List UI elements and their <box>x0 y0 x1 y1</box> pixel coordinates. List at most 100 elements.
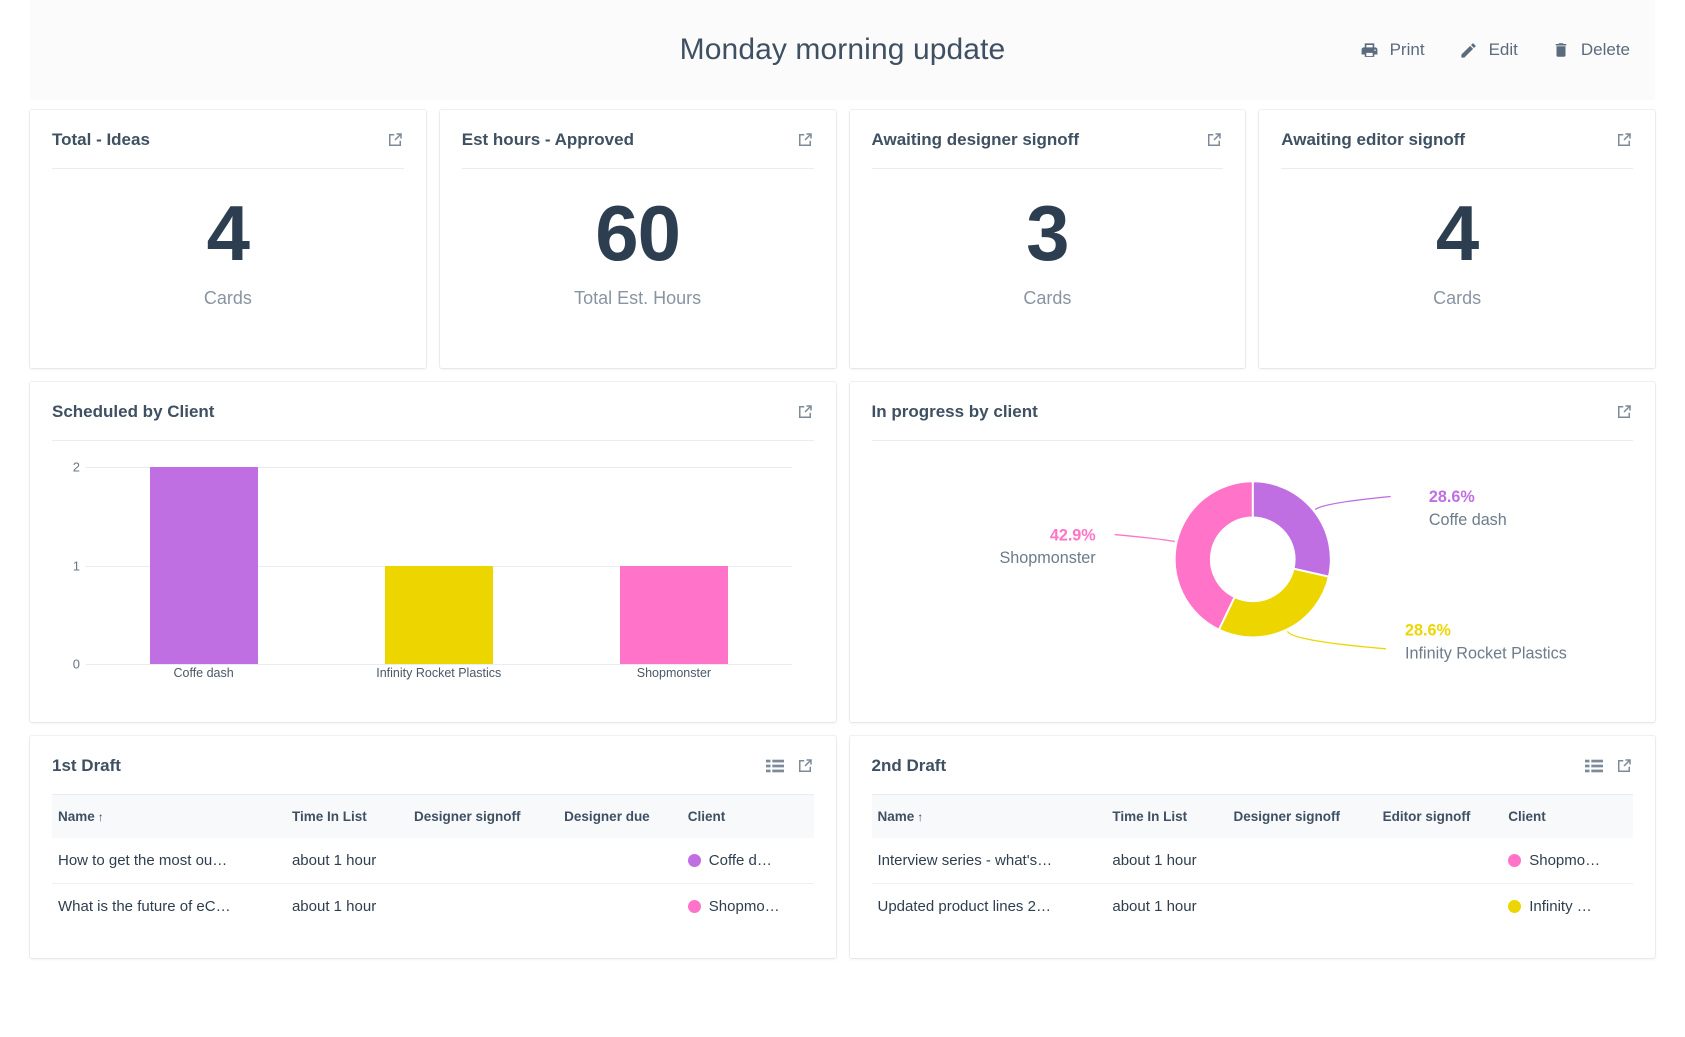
y-axis-tick: 2 <box>72 459 80 475</box>
external-link-icon[interactable] <box>1615 403 1633 421</box>
edit-button[interactable]: Edit <box>1459 40 1518 60</box>
second-draft-panel: 2nd Draft Name ↑ Time In List Designer s… <box>849 736 1655 958</box>
external-link-icon[interactable] <box>1615 131 1633 149</box>
cell-time: about 1 hour <box>1106 838 1228 884</box>
column-header-name[interactable]: Name ↑ <box>52 795 286 838</box>
donut-category-label: Infinity Rocket Plastics <box>1405 644 1567 662</box>
cell-name: Updated product lines 2… <box>877 898 1051 915</box>
client-color-dot <box>1508 900 1522 913</box>
panel-title: Awaiting editor signoff <box>1281 130 1466 149</box>
bar-series <box>86 449 792 664</box>
first-draft-panel: 1st Draft Name ↑ Time In List Designer s… <box>30 736 836 958</box>
x-axis-label: Shopmonster <box>636 666 712 680</box>
cell-designer-signoff <box>408 884 558 930</box>
external-link-icon[interactable] <box>796 757 814 775</box>
list-view-icon[interactable] <box>1585 758 1603 774</box>
in-progress-by-client-panel: In progress by client 28.6% Coffe dash 28.… <box>849 382 1655 722</box>
y-axis-tick: 0 <box>72 656 80 672</box>
print-button[interactable]: Print <box>1360 40 1425 60</box>
sort-arrow-icon: ↑ <box>917 810 924 824</box>
kpi-label: Cards <box>1023 287 1072 308</box>
donut-slice[interactable] <box>1217 567 1330 639</box>
panel-header: 2nd Draft <box>871 756 1633 795</box>
cell-time: about 1 hour <box>291 898 377 915</box>
second-draft-table: Name ↑ Time In List Designer signoff Editor … <box>871 795 1634 930</box>
bar[interactable] <box>149 467 258 664</box>
external-link-icon[interactable] <box>1615 757 1633 775</box>
panel-title: Awaiting designer signoff <box>871 130 1079 149</box>
tables-row: 1st Draft Name ↑ Time In List Designer s… <box>30 736 1655 958</box>
donut-leader-line <box>1114 533 1175 543</box>
list-view-icon[interactable] <box>765 758 784 774</box>
cell-name: How to get the most ou… <box>52 838 286 884</box>
delete-button[interactable]: Delete <box>1552 40 1630 60</box>
table-row[interactable]: What is the future of eC… about 1 hour Sho… <box>52 884 814 930</box>
kpi-value: 3 <box>1026 188 1069 277</box>
donut-percent-label: 28.6% <box>1405 621 1451 639</box>
cell-client: Shopmo… <box>1502 838 1633 884</box>
panel-title: 1st Draft <box>52 756 121 775</box>
column-header-name[interactable]: Name ↑ <box>872 795 1107 838</box>
client-label: Shopmo… <box>1529 852 1601 869</box>
panel-header: In progress by client <box>871 402 1633 441</box>
panel-header: Scheduled by Client <box>52 402 814 441</box>
table-row[interactable]: How to get the most ou… about 1 hour Coffe… <box>52 838 814 884</box>
bar-chart-x-axis: Coffe dash Infinity Rocket Plastics Shopmo… <box>86 666 792 680</box>
table-row[interactable]: Updated product lines 2… about 1 hour Infi… <box>872 884 1634 930</box>
column-header-designer-signoff[interactable]: Designer signoff <box>1228 795 1377 838</box>
kpi-value: 60 <box>595 188 681 277</box>
panel-header: Awaiting designer signoff <box>871 130 1224 169</box>
trash-icon <box>1552 41 1570 59</box>
table-header-row: Name ↑ Time In List Designer signoff Designe… <box>52 795 814 838</box>
kpi-value: 4 <box>1435 188 1479 277</box>
cell-designer-due <box>558 884 682 930</box>
donut-leader-line <box>1314 495 1391 511</box>
bar-chart-plot: 2 1 0 <box>52 449 814 672</box>
table-row[interactable]: Interview series - what's… about 1 hour Sh… <box>871 838 1633 884</box>
column-header-editor-signoff[interactable]: Editor signoff <box>1377 795 1503 838</box>
x-axis-label: Coffe dash <box>173 666 234 680</box>
bar[interactable] <box>619 565 728 664</box>
dashboard-page: Monday morning update Print Edit Delete … <box>0 0 1685 1037</box>
print-label: Print <box>1389 40 1425 59</box>
kpi-label: Cards <box>1433 287 1482 308</box>
bar[interactable] <box>384 565 493 664</box>
column-header-designer-due[interactable]: Designer due <box>558 795 682 838</box>
donut-category-label: Coffe dash <box>1428 511 1506 529</box>
client-color-dot <box>1508 854 1522 867</box>
external-link-icon[interactable] <box>796 403 814 421</box>
cell-name: What is the future of eC… <box>58 898 231 915</box>
donut-leader-line <box>1286 630 1386 650</box>
donut-chart: 28.6% Coffe dash 28.6% Infinity Rocket Plas… <box>872 441 1634 691</box>
external-link-icon[interactable] <box>1205 131 1223 149</box>
cell-time: about 1 hour <box>285 838 408 884</box>
donut-slice[interactable] <box>1251 480 1332 578</box>
bar-slot <box>321 449 556 664</box>
external-link-icon[interactable] <box>796 131 814 149</box>
cell-editor-signoff <box>1376 838 1503 884</box>
donut-chart-svg: 28.6% Coffe dash 28.6% Infinity Rocket Plas… <box>999 480 1567 662</box>
charts-row: Scheduled by Client 2 1 0 Coffe dash Infini… <box>30 382 1655 722</box>
cell-designer-signoff <box>1228 884 1377 930</box>
column-header-time-in-list[interactable]: Time In List <box>1106 795 1227 838</box>
external-link-icon[interactable] <box>386 131 404 149</box>
bar-slot <box>556 449 791 664</box>
column-header-client[interactable]: Client <box>1502 795 1633 838</box>
column-header-time-in-list[interactable]: Time In List <box>286 795 408 838</box>
panel-title: In progress by client <box>871 402 1038 421</box>
x-axis-label: Infinity Rocket Plastics <box>376 666 502 680</box>
panel-header: Awaiting editor signoff <box>1281 130 1633 169</box>
client-color-dot <box>687 900 701 913</box>
kpi-body: 4 Cards <box>1281 169 1633 351</box>
first-draft-table: Name ↑ Time In List Designer signoff Designe… <box>52 795 814 929</box>
client-label: Shopmo… <box>708 898 780 915</box>
kpi-label: Cards <box>203 287 252 308</box>
panel-header-icons <box>1585 757 1633 775</box>
donut-percent-label: 42.9% <box>1049 526 1095 544</box>
donut-category-label: Shopmonster <box>999 549 1096 567</box>
panel-header: Est hours - Approved <box>461 130 814 169</box>
column-header-designer-signoff[interactable]: Designer signoff <box>408 795 558 838</box>
column-header-client[interactable]: Client <box>682 795 814 838</box>
panel-title: Est hours - Approved <box>461 130 634 149</box>
grid-line <box>86 664 792 665</box>
